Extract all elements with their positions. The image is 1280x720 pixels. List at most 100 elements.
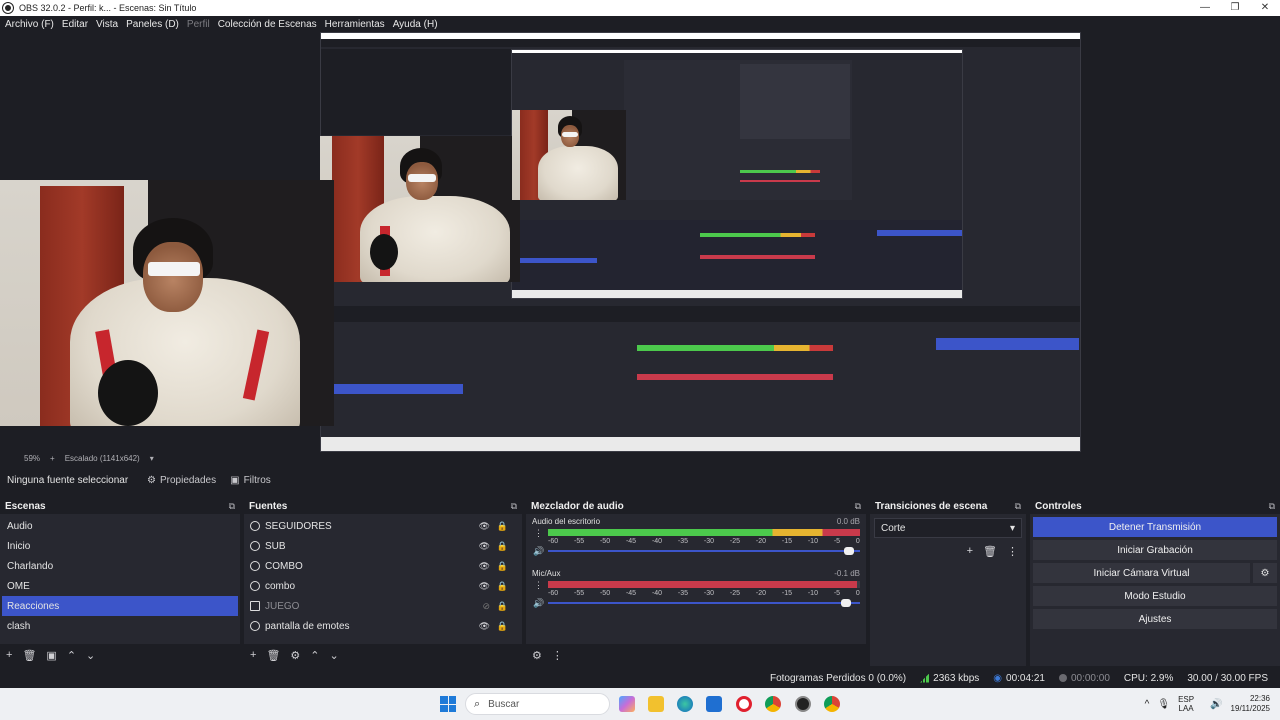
store-icon[interactable]: [706, 696, 722, 712]
mute-icon[interactable]: 🔊: [533, 598, 544, 609]
scene-item[interactable]: Charlando: [0, 556, 240, 576]
menu-paneles[interactable]: Paneles (D): [126, 19, 179, 30]
source-item[interactable]: JUEGO ⊘ 🔒: [244, 596, 522, 616]
scale-tick: -5: [833, 590, 841, 597]
dock-float-icon[interactable]: ⧉: [1015, 501, 1021, 512]
window-capture-icon: [250, 601, 260, 611]
source-item[interactable]: SEGUIDORES 👁 🔒: [244, 516, 522, 536]
volume-fader[interactable]: [548, 547, 860, 555]
move-up-icon[interactable]: ⌃: [67, 649, 76, 662]
sources-dock: Fuentes ⧉ SEGUIDORES 👁 🔒 SUB 👁 🔒 COMBO 👁 🔒 com…: [244, 498, 522, 666]
chevron-down-icon[interactable]: ▾: [150, 454, 154, 463]
trash-icon[interactable]: 🗑: [22, 649, 36, 662]
mute-icon[interactable]: 🔊: [533, 546, 544, 557]
eye-icon[interactable]: 👁: [479, 541, 490, 552]
source-item[interactable]: COMBO 👁 🔒: [244, 556, 522, 576]
eye-icon[interactable]: 👁: [479, 581, 490, 592]
move-down-icon[interactable]: ⌄: [86, 649, 95, 662]
windows-start-icon[interactable]: [440, 696, 456, 712]
obs-taskbar-icon[interactable]: [795, 696, 811, 712]
file-explorer-icon[interactable]: [648, 696, 664, 712]
stream-time-value: 00:04:21: [1006, 672, 1045, 684]
maximize-button[interactable]: ❐: [1220, 0, 1250, 16]
filters-button[interactable]: ▣ Filtros: [230, 475, 271, 486]
scene-item[interactable]: clash: [0, 616, 240, 636]
add-scene-icon[interactable]: +: [6, 649, 12, 661]
eye-hidden-icon[interactable]: ⊘: [482, 601, 490, 612]
properties-button[interactable]: ⚙ Propiedades: [147, 475, 216, 486]
lock-icon[interactable]: 🔒: [497, 581, 508, 592]
channel-menu-icon[interactable]: ⋮: [534, 528, 543, 539]
dock-float-icon[interactable]: ⧉: [229, 501, 235, 512]
menu-vista[interactable]: Vista: [96, 19, 118, 30]
start-virtual-camera-button[interactable]: Iniciar Cámara Virtual: [1033, 563, 1250, 583]
more-menu-icon[interactable]: ⋮: [552, 649, 563, 662]
volume-icon[interactable]: 🔊: [1210, 699, 1222, 710]
settings-button[interactable]: Ajustes: [1033, 609, 1277, 629]
menu-editar[interactable]: Editar: [62, 19, 88, 30]
lock-icon[interactable]: 🔒: [497, 521, 508, 532]
search-icon: ⌕: [474, 697, 481, 710]
move-down-icon[interactable]: ⌄: [330, 649, 339, 662]
eye-icon[interactable]: 👁: [479, 621, 490, 632]
menu-herramientas[interactable]: Herramientas: [325, 19, 385, 30]
group-icon: [250, 561, 260, 571]
zoom-level[interactable]: 59%: [24, 454, 40, 463]
group-icon: [250, 581, 260, 591]
scale-tick: -60: [548, 590, 559, 597]
lock-icon[interactable]: 🔒: [497, 561, 508, 572]
link-icon[interactable]: ⚙: [532, 649, 542, 662]
gear-icon[interactable]: ⚙: [290, 649, 300, 662]
copilot-icon[interactable]: [619, 696, 635, 712]
menu-perfil[interactable]: Perfil: [187, 19, 210, 30]
edge-icon[interactable]: [677, 696, 693, 712]
source-item[interactable]: pantalla de emotes 👁 🔒: [244, 616, 522, 636]
menu-coleccion-escenas[interactable]: Colección de Escenas: [218, 19, 317, 30]
more-menu-icon[interactable]: ⋮: [1007, 545, 1018, 558]
scene-item[interactable]: OME: [0, 576, 240, 596]
opera-icon[interactable]: [736, 696, 752, 712]
source-toolbar: Ninguna fuente seleccionar ⚙ Propiedades …: [0, 470, 1280, 490]
zoom-plus-button[interactable]: +: [50, 454, 55, 463]
source-item[interactable]: combo 👁 🔒: [244, 576, 522, 596]
input-language[interactable]: ESP LAA: [1178, 695, 1194, 713]
menu-ayuda[interactable]: Ayuda (H): [393, 19, 438, 30]
scene-item-selected[interactable]: Reacciones: [2, 596, 238, 616]
minimize-button[interactable]: —: [1190, 0, 1220, 16]
clock[interactable]: 22:36 19/11/2025: [1231, 694, 1270, 714]
scene-item[interactable]: Inicio: [0, 536, 240, 556]
stop-stream-button[interactable]: Detener Transmisión: [1033, 517, 1277, 537]
scene-filter-icon[interactable]: ▣: [46, 649, 56, 662]
chrome-profile-icon[interactable]: [824, 696, 840, 712]
add-source-icon[interactable]: +: [250, 649, 256, 661]
fader-knob[interactable]: [843, 547, 854, 555]
add-transition-icon[interactable]: +: [967, 545, 973, 558]
source-item[interactable]: SUB 👁 🔒: [244, 536, 522, 556]
scene-item[interactable]: Audio: [0, 516, 240, 536]
dock-float-icon[interactable]: ⧉: [511, 501, 517, 512]
lock-icon[interactable]: 🔒: [497, 621, 508, 632]
dock-float-icon[interactable]: ⧉: [1269, 501, 1275, 512]
dock-float-icon[interactable]: ⧉: [855, 501, 861, 512]
lock-icon[interactable]: 🔒: [497, 541, 508, 552]
channel-menu-icon[interactable]: ⋮: [534, 580, 543, 591]
lock-icon[interactable]: 🔒: [497, 601, 508, 612]
start-recording-button[interactable]: Iniciar Grabación: [1033, 540, 1277, 560]
trash-icon[interactable]: 🗑: [266, 649, 280, 662]
transition-select[interactable]: Corte ▾: [874, 518, 1022, 538]
menu-archivo[interactable]: Archivo (F): [5, 19, 54, 30]
fader-knob[interactable]: [840, 599, 851, 607]
eye-icon[interactable]: 👁: [479, 521, 490, 532]
close-button[interactable]: ✕: [1250, 0, 1280, 16]
trash-icon[interactable]: 🗑: [983, 545, 997, 558]
preview-canvas[interactable]: [0, 32, 1280, 452]
gear-icon[interactable]: ⚙: [1253, 563, 1277, 583]
eye-icon[interactable]: 👁: [479, 561, 490, 572]
volume-fader[interactable]: [548, 599, 860, 607]
studio-mode-button[interactable]: Modo Estudio: [1033, 586, 1277, 606]
taskbar-search[interactable]: ⌕ Buscar: [465, 693, 610, 715]
tray-chevron-icon[interactable]: ^: [1145, 699, 1150, 710]
chrome-icon[interactable]: [765, 696, 781, 712]
microphone-icon[interactable]: 🎙: [1157, 699, 1170, 710]
move-up-icon[interactable]: ⌃: [310, 649, 319, 662]
